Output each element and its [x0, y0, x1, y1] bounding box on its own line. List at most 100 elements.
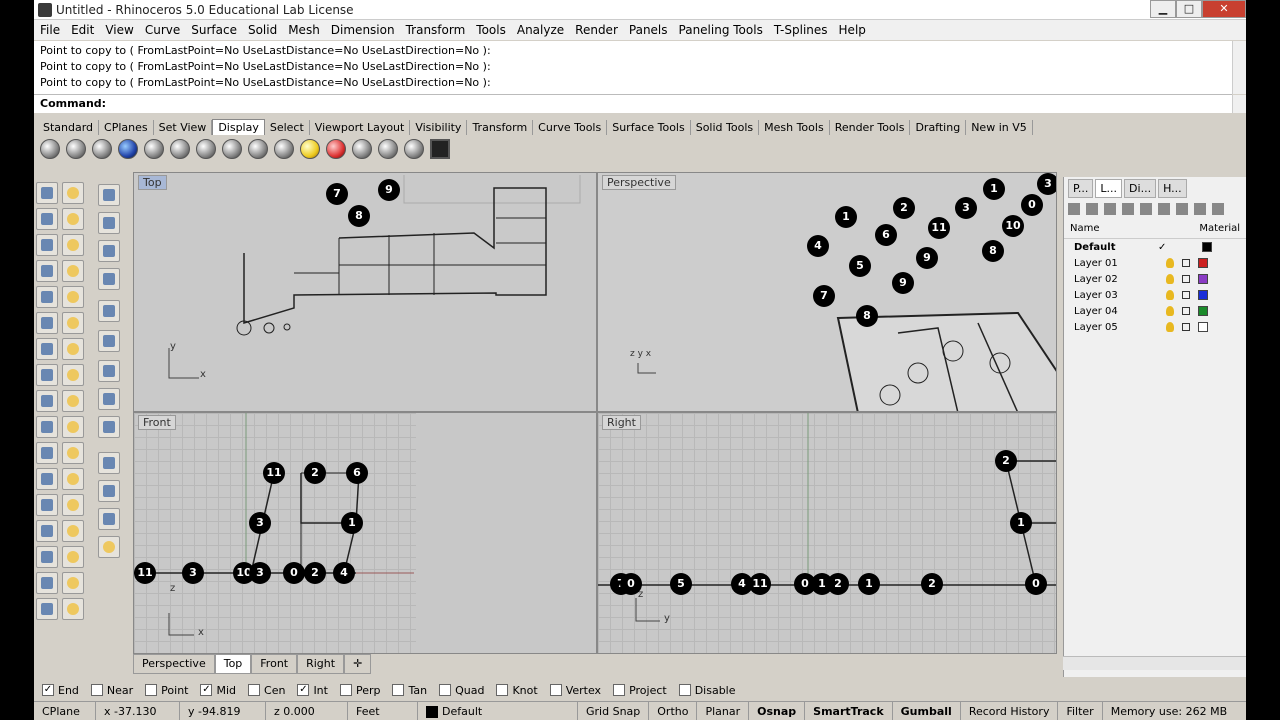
osnap-disable[interactable]: Disable — [678, 684, 736, 697]
rectangle-icon[interactable] — [62, 260, 84, 282]
osnap-perp-checkbox[interactable] — [339, 684, 352, 696]
stop-icon[interactable] — [98, 184, 120, 206]
material-icon[interactable] — [274, 139, 294, 159]
layer-row[interactable]: Layer 04 — [1064, 303, 1246, 319]
osnap-end[interactable]: ✓ End — [42, 684, 79, 697]
osnap-perp[interactable]: Perp — [339, 684, 380, 697]
light-icon[interactable] — [300, 139, 320, 159]
move-parent-icon[interactable] — [1158, 203, 1170, 215]
viewport-front[interactable]: Front z x 11 2 6 3 1 11 3 10 3 0 2 4 — [133, 412, 597, 654]
ellipse-icon[interactable] — [62, 234, 84, 256]
status-osnap[interactable]: Osnap — [749, 701, 806, 720]
minimize-button[interactable]: ▁ — [1150, 0, 1176, 18]
pan-icon[interactable] — [98, 452, 120, 474]
status-ortho[interactable]: Ortho — [649, 701, 698, 720]
ghosted-icon[interactable] — [144, 139, 164, 159]
osnap-cen[interactable]: Cen — [248, 684, 285, 697]
menu-paneling-tools[interactable]: Paneling Tools — [679, 23, 763, 37]
snap-icon[interactable] — [98, 268, 120, 290]
lock-icon[interactable] — [1182, 291, 1190, 299]
status-cplane[interactable]: CPlane — [34, 701, 96, 720]
shaded-icon[interactable] — [66, 139, 86, 159]
layer-color[interactable] — [1198, 274, 1208, 284]
osnap-near-checkbox[interactable] — [90, 684, 103, 696]
tab-render-tools[interactable]: Render Tools — [829, 119, 911, 135]
osnap-mid[interactable]: ✓ Mid — [200, 684, 236, 697]
menu-help[interactable]: Help — [839, 23, 866, 37]
maximize-button[interactable]: □ — [1176, 0, 1202, 18]
visibility-bulb-icon[interactable] — [1166, 290, 1174, 300]
viewport-top-label[interactable]: Top — [138, 175, 167, 190]
circle-icon[interactable] — [36, 234, 58, 256]
view-box-3-icon[interactable] — [98, 388, 120, 410]
lock-icon[interactable] — [1182, 275, 1190, 283]
polyline-icon[interactable] — [36, 208, 58, 230]
wireframe-icon[interactable] — [40, 139, 60, 159]
menu-edit[interactable]: Edit — [71, 23, 94, 37]
tools-icon[interactable] — [1212, 203, 1224, 215]
mesh-icon[interactable] — [62, 364, 84, 386]
status-layer[interactable]: Default — [418, 701, 578, 720]
xray-icon[interactable] — [170, 139, 190, 159]
clipping-icon[interactable] — [404, 139, 424, 159]
text-icon[interactable] — [36, 494, 58, 516]
status-planar[interactable]: Planar — [697, 701, 750, 720]
array-icon[interactable] — [36, 520, 58, 542]
osnap-near[interactable]: Near — [90, 684, 133, 697]
cylinder-icon[interactable] — [36, 364, 58, 386]
status-filter[interactable]: Filter — [1058, 701, 1103, 720]
artistic-icon[interactable] — [222, 139, 242, 159]
mirror-icon[interactable] — [62, 520, 84, 542]
menu-file[interactable]: File — [40, 23, 60, 37]
rendered-blue-icon[interactable] — [118, 139, 138, 159]
tab-select[interactable]: Select — [264, 119, 310, 135]
osnap-knot[interactable]: Knot — [496, 684, 538, 697]
visibility-bulb-icon[interactable] — [1166, 274, 1174, 284]
viewport-perspective-label[interactable]: Perspective — [602, 175, 676, 190]
move-up-icon[interactable] — [1122, 203, 1134, 215]
add-viewport-tab-icon[interactable]: ✛ — [344, 654, 372, 674]
layer-row[interactable]: Layer 02 — [1064, 271, 1246, 287]
viewport-top[interactable]: Top y x 7 9 8 — [133, 172, 597, 412]
tab-perspective[interactable]: Perspective — [133, 654, 215, 674]
layer-color[interactable] — [1198, 306, 1208, 316]
menu-analyze[interactable]: Analyze — [517, 23, 564, 37]
loft-icon[interactable] — [62, 312, 84, 334]
arc-icon[interactable] — [36, 286, 58, 308]
view-box-4-icon[interactable] — [98, 416, 120, 438]
status-smarttrack[interactable]: SmartTrack — [805, 701, 893, 720]
osnap-project-checkbox[interactable] — [613, 684, 626, 696]
tab-help[interactable]: H... — [1158, 178, 1187, 198]
viewport-perspective[interactable]: Perspective z y x 1 2 3 3 0 1 6 11 10 4 … — [597, 172, 1057, 412]
layer-row[interactable]: Layer 03 — [1064, 287, 1246, 303]
box-icon[interactable] — [36, 338, 58, 360]
menu-tools[interactable]: Tools — [476, 23, 506, 37]
ungroup-icon[interactable] — [62, 442, 84, 464]
new-layer-icon[interactable] — [1068, 203, 1080, 215]
tab-viewport-layout[interactable]: Viewport Layout — [309, 119, 411, 135]
tab-new-in-v5[interactable]: New in V5 — [966, 119, 1033, 135]
osnap-project[interactable]: Project — [613, 684, 667, 697]
tab-curve-tools[interactable]: Curve Tools — [533, 119, 608, 135]
scale-icon[interactable] — [62, 468, 84, 490]
target-icon[interactable] — [326, 139, 346, 159]
tab-set-view[interactable]: Set View — [153, 119, 213, 135]
layer-color[interactable] — [1198, 322, 1208, 332]
menu-dimension[interactable]: Dimension — [331, 23, 395, 37]
rotate-icon[interactable] — [36, 468, 58, 490]
tab-display[interactable]: Di... — [1124, 178, 1157, 198]
osnap-quad[interactable]: Quad — [439, 684, 484, 697]
material-column-header[interactable]: Material — [1199, 223, 1240, 234]
command-input[interactable] — [113, 98, 414, 110]
view-box-2-icon[interactable] — [98, 360, 120, 382]
view-box-icon[interactable] — [98, 330, 120, 352]
visibility-bulb-icon[interactable] — [1166, 306, 1174, 316]
group-icon[interactable] — [36, 442, 58, 464]
visibility-bulb-icon[interactable] — [1166, 258, 1174, 268]
osnap-mid-checkbox[interactable]: ✓ — [200, 684, 213, 696]
status-units[interactable]: Feet — [348, 701, 418, 720]
osnap-disable-checkbox[interactable] — [678, 684, 691, 696]
layer-row-default[interactable]: Default ✓ — [1064, 239, 1246, 255]
lock-icon[interactable] — [1182, 323, 1190, 331]
camera-icon[interactable] — [378, 139, 398, 159]
